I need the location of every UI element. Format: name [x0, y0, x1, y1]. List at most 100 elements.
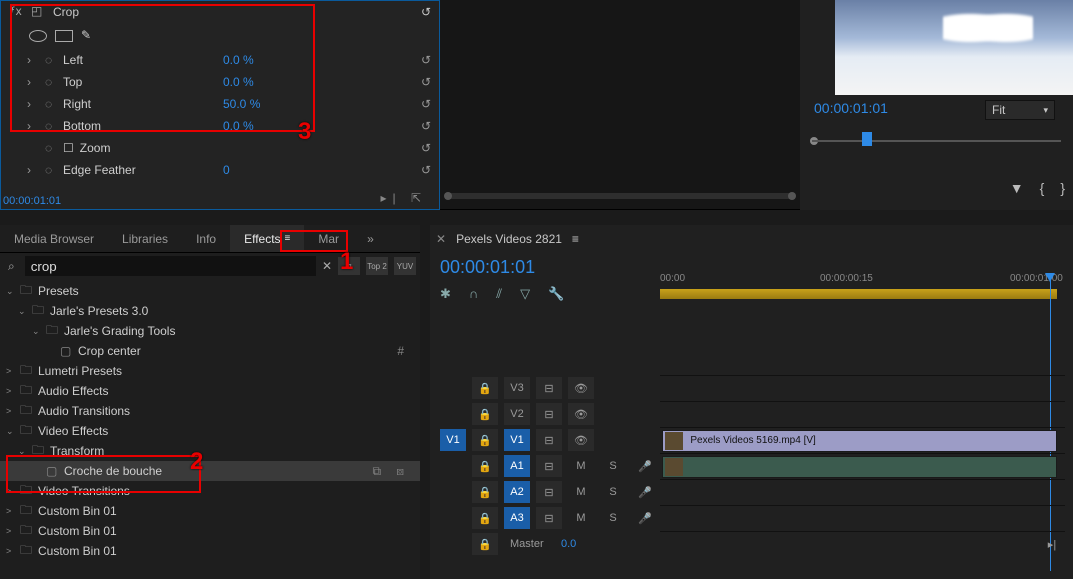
yuv-filter-icon[interactable]: YUV	[394, 257, 416, 275]
tree-item[interactable]: ▢Crop center#	[0, 341, 420, 361]
linked-selection-icon[interactable]: ⫽	[496, 286, 502, 302]
disclosure-icon[interactable]: >	[6, 506, 20, 516]
tree-folder[interactable]: >🗀Audio Effects	[0, 381, 420, 401]
tab-markers[interactable]: Mar	[304, 225, 353, 252]
folder-icon: 🗀	[46, 321, 64, 342]
param-edge-feather[interactable]: ›◌ Edge Feather 0 ↺	[1, 159, 439, 181]
nest-icon[interactable]: ✱	[440, 286, 451, 302]
tree-folder[interactable]: ⌄🗀Presets	[0, 281, 420, 301]
lock-icon[interactable]: 🔒	[472, 403, 498, 425]
disclosure-icon[interactable]: >	[6, 386, 20, 396]
stopwatch-icon[interactable]: ◌	[45, 141, 63, 155]
disclosure-icon[interactable]: ⌄	[32, 326, 46, 337]
tree-folder[interactable]: ⌄🗀Video Effects	[0, 421, 420, 441]
eye-icon[interactable]: 👁	[568, 377, 594, 399]
out-bracket-icon[interactable]: }	[1060, 180, 1065, 196]
tree-folder[interactable]: >🗀Video Transitions	[0, 481, 420, 501]
settings-wrench-icon[interactable]: 🔧	[548, 286, 564, 302]
voiceover-mic-icon[interactable]: 🎤	[632, 455, 658, 477]
mask-rect-icon[interactable]	[55, 30, 73, 42]
playhead-icon[interactable]	[862, 132, 872, 146]
tree-folder[interactable]: ⌄🗀Jarle's Presets 3.0	[0, 301, 420, 321]
audio-clip[interactable]	[662, 456, 1057, 478]
program-scrubber[interactable]	[812, 130, 1061, 146]
tree-folder[interactable]: >🗀Audio Transitions	[0, 401, 420, 421]
time-ruler[interactable]: 00:00 00:00:00:15 00:00:01:00	[660, 273, 1065, 299]
disclosure-icon[interactable]: >	[6, 486, 20, 496]
param-bottom[interactable]: ›◌ Bottom 0.0 % ↺	[1, 115, 439, 137]
param-value[interactable]: 0.0 %	[223, 53, 254, 67]
solo-button[interactable]: S	[600, 455, 626, 477]
tree-folder[interactable]: >🗀Lumetri Presets	[0, 361, 420, 381]
mask-ellipse-icon[interactable]	[29, 30, 47, 42]
tab-overflow[interactable]: »	[353, 225, 388, 252]
stopwatch-icon[interactable]: ◌	[45, 97, 63, 111]
disclosure-icon[interactable]: ⌄	[18, 446, 32, 457]
reset-param-icon[interactable]: ↺	[421, 119, 431, 133]
program-timecode[interactable]: 00:00:01:01	[814, 100, 888, 116]
checkbox-icon[interactable]: ☐	[63, 141, 74, 155]
tree-item[interactable]: ▢Croche de bouche⧉ ⧇	[0, 461, 420, 481]
reset-param-icon[interactable]: ↺	[421, 97, 431, 111]
param-left[interactable]: › ◌ Left 0.0 % ↺	[1, 49, 439, 71]
reset-param-icon[interactable]: ↺	[421, 53, 431, 67]
disclosure-icon[interactable]: >	[6, 366, 20, 376]
tab-effects[interactable]: Effects ≡	[230, 225, 304, 252]
disclosure-icon[interactable]: >	[6, 546, 20, 556]
zoom-fit-dropdown[interactable]: Fit ▾	[985, 100, 1055, 120]
panel-menu-icon[interactable]: ≡	[285, 233, 291, 244]
clear-search-icon[interactable]: ✕	[322, 259, 332, 273]
param-right[interactable]: ›◌ Right 50.0 % ↺	[1, 93, 439, 115]
top2-filter-icon[interactable]: Top 2	[366, 257, 388, 275]
reset-param-icon[interactable]: ↺	[421, 75, 431, 89]
effect-timecode[interactable]: 00:00:01:01	[3, 195, 61, 207]
target-v1[interactable]: V1	[504, 429, 530, 451]
panel-menu-icon[interactable]: ≡	[572, 232, 579, 246]
tab-libraries[interactable]: Libraries	[108, 225, 182, 252]
tab-info[interactable]: Info	[182, 225, 230, 252]
lock-icon[interactable]: 🔒	[472, 429, 498, 451]
tree-folder[interactable]: >🗀Custom Bin 01	[0, 501, 420, 521]
effects-search-input[interactable]	[25, 256, 316, 276]
tree-folder[interactable]: >🗀Custom Bin 01	[0, 541, 420, 561]
reset-effect-icon[interactable]: ↺	[421, 5, 431, 19]
param-top[interactable]: ›◌ Top 0.0 % ↺	[1, 71, 439, 93]
marker-add-icon[interactable]: ▽	[520, 286, 530, 302]
tree-folder[interactable]: >🗀Custom Bin 01	[0, 521, 420, 541]
stopwatch-icon[interactable]: ◌	[45, 163, 63, 177]
video-clip[interactable]: Pexels Videos 5169.mp4 [V]	[662, 430, 1057, 452]
sync-lock-icon[interactable]: ⊟	[536, 377, 562, 399]
disclosure-icon[interactable]: >	[6, 406, 20, 416]
disclosure-icon[interactable]: ⌄	[18, 306, 32, 317]
reset-param-icon[interactable]: ↺	[421, 163, 431, 177]
param-zoom[interactable]: ◌ ☐ Zoom ↺	[1, 137, 439, 159]
disclosure-icon[interactable]: ⌄	[6, 426, 20, 437]
snap-icon[interactable]: ∩	[469, 286, 478, 302]
sequence-tab[interactable]: Pexels Videos 2821	[456, 232, 562, 246]
source-scrubber[interactable]	[446, 193, 794, 199]
effect-header[interactable]: ƒx ◰ Crop ↺	[1, 1, 439, 23]
mute-button[interactable]: M	[568, 455, 594, 477]
tab-media-browser[interactable]: Media Browser	[0, 225, 108, 252]
reset-param-icon[interactable]: ↺	[421, 141, 431, 155]
tree-folder[interactable]: ⌄🗀Jarle's Grading Tools	[0, 321, 420, 341]
track-lanes[interactable]: Pexels Videos 5169.mp4 [V]	[660, 375, 1065, 557]
stopwatch-icon[interactable]: ◌	[45, 75, 63, 89]
tree-folder[interactable]: ⌄🗀Transform	[0, 441, 420, 461]
stopwatch-icon[interactable]: ◌	[45, 53, 63, 67]
disclosure-icon[interactable]: ⌄	[6, 286, 20, 297]
tree-label: Croche de bouche	[64, 464, 372, 478]
in-bracket-icon[interactable]: {	[1040, 180, 1045, 196]
disclosure-icon[interactable]: >	[6, 526, 20, 536]
program-display[interactable]	[835, 0, 1073, 95]
effect-footer-icons[interactable]: ▸| ⇱	[380, 191, 427, 205]
marker-icon[interactable]: ▼	[1010, 180, 1024, 196]
folder-icon: 🗀	[20, 401, 38, 422]
source-patch-v1[interactable]: V1	[440, 429, 466, 451]
stopwatch-icon[interactable]: ◌	[45, 119, 63, 133]
close-sequence-icon[interactable]: ✕	[436, 232, 446, 246]
lock-icon[interactable]: 🔒	[472, 377, 498, 399]
tree-label: Crop center	[78, 344, 397, 358]
accelerated-filter-icon[interactable]: ⧇	[338, 257, 360, 275]
mask-pen-icon[interactable]: ✎	[81, 28, 97, 44]
